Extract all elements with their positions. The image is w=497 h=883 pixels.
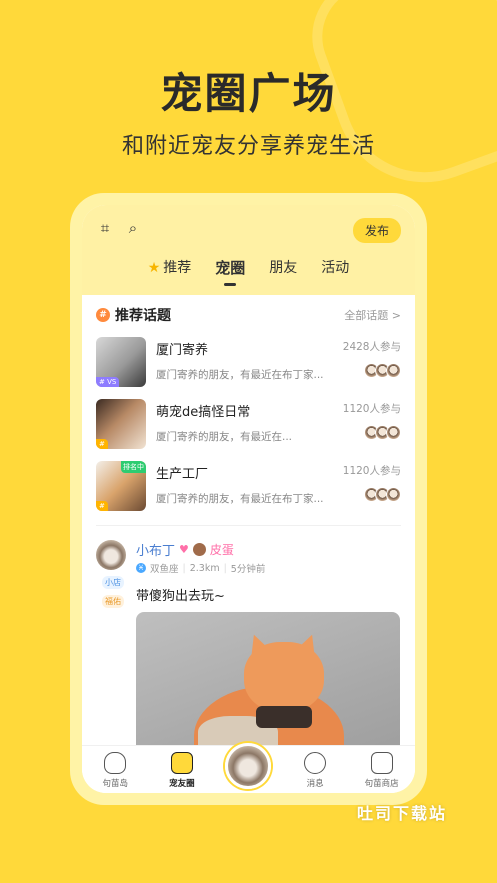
tab-recommend[interactable]: ★ 推荐 <box>148 257 192 286</box>
star-icon: ★ <box>147 260 161 276</box>
tab-activities[interactable]: 活动 <box>321 257 349 286</box>
blessing-badge: 福佑 <box>102 595 124 608</box>
topic-item[interactable]: # 萌宠de搞怪日常 厦门寄养的朋友，有最近在... 1120人参与 <box>96 399 401 449</box>
phone-frame: ⌗ ⌕ 发布 ★ 推荐 宠圈 朋友 活动 # 推荐话题 全部话题 > # VS … <box>70 193 427 805</box>
top-header: ⌗ ⌕ 发布 ★ 推荐 宠圈 朋友 活动 <box>82 205 415 295</box>
heart-icon: ♥ <box>179 543 189 556</box>
cat-head <box>244 642 324 712</box>
tab-pet-circle[interactable]: 宠圈 <box>215 257 245 286</box>
message-icon <box>304 752 327 774</box>
shop-badge: 小店 <box>102 576 124 589</box>
feed-post[interactable]: 小店 福佑 小布丁 ♥ 皮蛋 ♓ 双鱼座 | 2.3km | 5分钟前 带傻狗出… <box>96 540 401 772</box>
participant-avatars <box>364 425 401 440</box>
participant-avatars <box>364 363 401 378</box>
bow-tie <box>256 706 312 728</box>
topics-header: # 推荐话题 全部话题 > <box>96 305 401 325</box>
feed-content: # 推荐话题 全部话题 > # VS 厦门寄养 厦门寄养的朋友，有最近在布丁家.… <box>82 305 415 772</box>
scan-icon[interactable]: ⌗ <box>96 219 114 237</box>
nav-pet-circle[interactable]: 宠友圈 <box>152 752 212 789</box>
nav-messages[interactable]: 消息 <box>285 752 345 789</box>
bottom-nav: 句苗岛 宠友圈 消息 句苗商店 <box>82 743 415 793</box>
zodiac-icon: ♓ <box>136 563 146 573</box>
avatar <box>386 487 401 502</box>
search-icon[interactable]: ⌕ <box>124 219 142 237</box>
promo-title: 宠圈广场 <box>160 69 337 118</box>
app-screen: ⌗ ⌕ 发布 ★ 推荐 宠圈 朋友 活动 # 推荐话题 全部话题 > # VS … <box>82 205 415 793</box>
topic-item[interactable]: 排名中 # 生产工厂 厦门寄养的朋友，有最近在布丁家... 1120人参与 <box>96 461 401 511</box>
all-topics-link[interactable]: 全部话题 > <box>344 307 401 323</box>
publish-button[interactable]: 发布 <box>352 218 401 243</box>
hashtag-icon: # <box>96 308 110 322</box>
avatar <box>386 363 401 378</box>
post-text: 带傻狗出去玩~ <box>136 589 225 604</box>
promo-subtitle: 和附近宠友分享养宠生活 <box>121 134 375 159</box>
ranking-badge: 排名中 <box>121 461 146 473</box>
avatar <box>386 425 401 440</box>
participant-count: 1120人参与 <box>342 403 401 415</box>
cat-face-icon <box>104 752 127 774</box>
nav-store[interactable]: 句苗商店 <box>352 752 412 789</box>
partner-avatar <box>192 543 206 556</box>
topic-thumbnail: # <box>96 399 146 449</box>
participant-count: 1120人参与 <box>342 465 401 477</box>
nav-center[interactable] <box>218 743 278 789</box>
post-time: 5分钟前 <box>230 564 266 575</box>
topic-thumbnail: # VS <box>96 337 146 387</box>
topic-tag: # <box>96 501 108 511</box>
topic-tag: # <box>96 439 108 449</box>
participant-count: 2428人参与 <box>342 341 401 353</box>
topic-tag: # VS <box>96 377 120 387</box>
distance: 2.3km <box>189 562 220 574</box>
chat-bubble-icon <box>170 752 193 774</box>
topic-item[interactable]: # VS 厦门寄养 厦门寄养的朋友，有最近在布丁家... 2428人参与 <box>96 337 401 387</box>
tab-bar: ★ 推荐 宠圈 朋友 活动 <box>82 257 415 286</box>
zodiac-text: 双鱼座 <box>150 564 179 575</box>
watermark: 吐司下载站 <box>356 804 447 823</box>
user-name[interactable]: 小布丁 <box>136 540 175 559</box>
avatar[interactable] <box>96 540 126 570</box>
tab-friends[interactable]: 朋友 <box>269 257 297 286</box>
center-avatar-icon <box>225 743 272 789</box>
participant-avatars <box>364 487 401 502</box>
divider <box>96 525 401 526</box>
topics-title: 推荐话题 <box>115 308 171 324</box>
nav-island[interactable]: 句苗岛 <box>85 752 145 789</box>
partner-name[interactable]: 皮蛋 <box>210 541 234 558</box>
topic-thumbnail: 排名中 # <box>96 461 146 511</box>
store-icon <box>370 752 393 774</box>
